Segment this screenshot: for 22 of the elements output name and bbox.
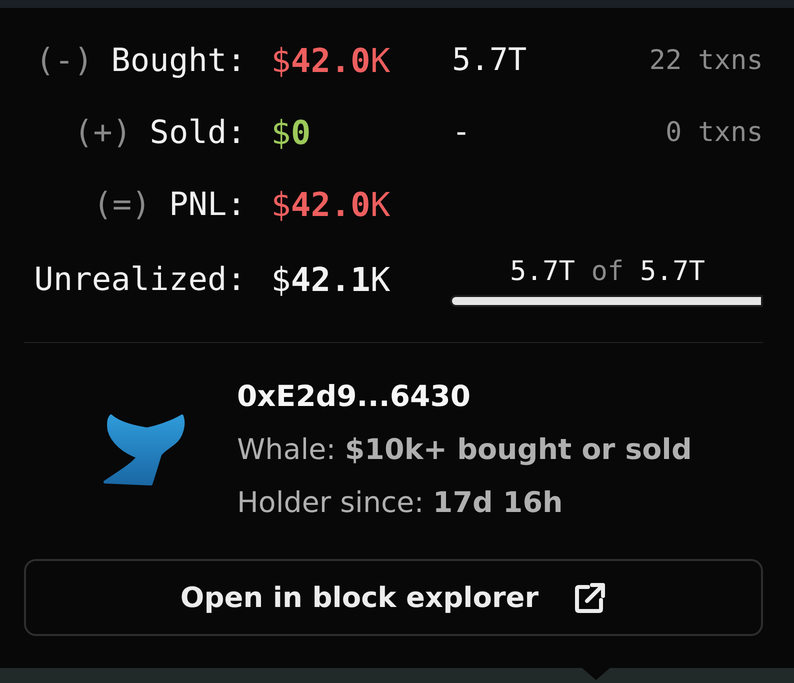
value-amount: $42.1K: [271, 260, 392, 298]
token-amount: 5.7T: [452, 42, 527, 78]
sign-label: (-): [35, 41, 94, 79]
txn-count: 0 txns: [665, 116, 763, 148]
token-amount: -: [452, 114, 471, 150]
value-amount: $0: [271, 112, 312, 152]
value-amount: $42.0K: [271, 184, 392, 224]
txn-count: 22 txns: [649, 44, 763, 76]
row-label: Sold:: [150, 113, 246, 151]
holder-tag: Whale: $10k+ bought or sold: [237, 423, 692, 476]
row-label: Bought:: [111, 41, 246, 79]
row-label: PNL:: [168, 185, 246, 223]
row-label: Unrealized:: [34, 260, 246, 298]
sign-label: (=): [93, 185, 151, 223]
holding-amount: 5.7T of 5.7T: [508, 256, 706, 286]
sign-label: (+): [74, 113, 132, 151]
external-link-icon: [572, 580, 607, 614]
value-amount: $42.0K: [271, 40, 392, 80]
block-explorer-button[interactable]: Open in block explorer: [24, 559, 763, 636]
whale-tail-icon: [102, 412, 186, 486]
holder-tag: Holder since: 17d 16h: [237, 476, 692, 529]
wallet-address: 0xE2d9...6430: [237, 378, 472, 415]
